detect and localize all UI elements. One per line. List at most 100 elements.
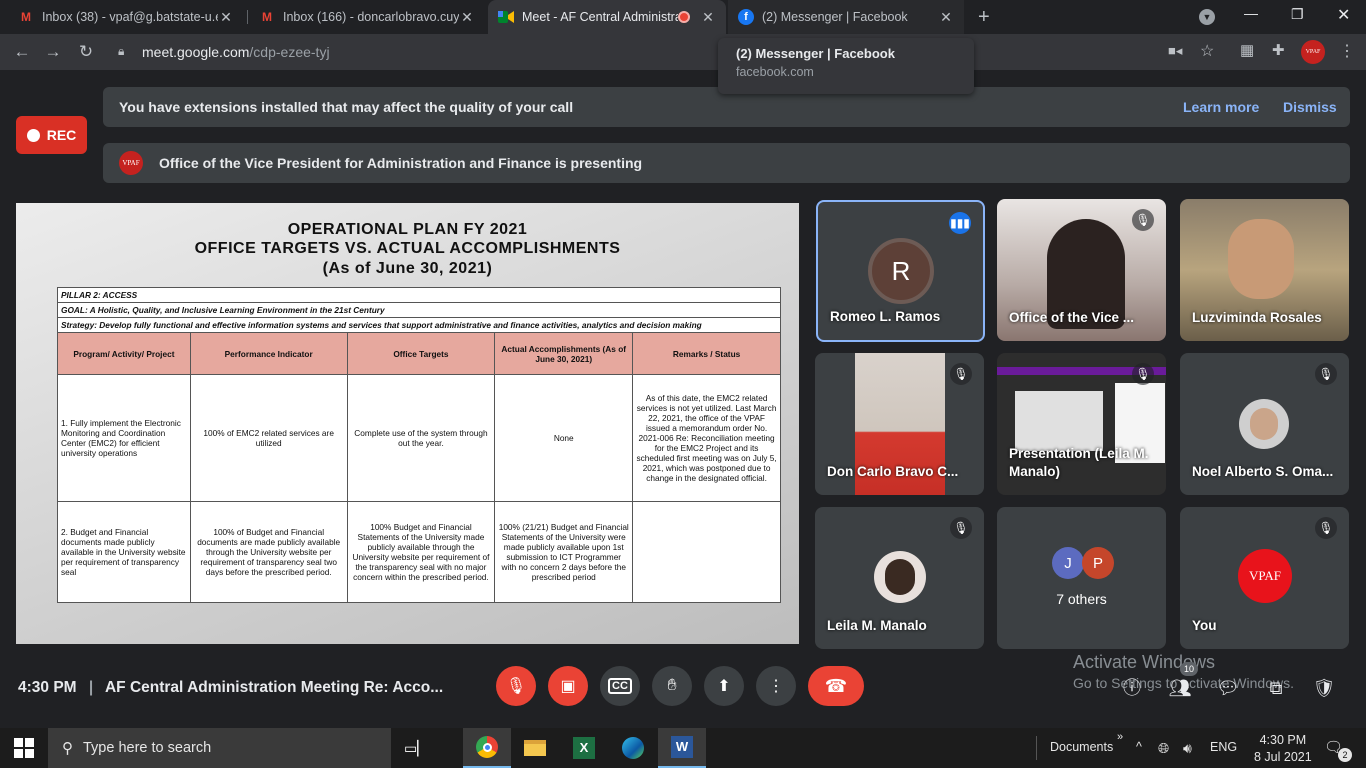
participant-name: You (1192, 618, 1217, 633)
table-cell: 100% of Budget and Financial documents a… (189, 501, 348, 603)
file-explorer-button[interactable] (511, 728, 559, 768)
tab-title: Inbox (166) - doncarlobravo.cuyag@ (283, 10, 459, 24)
tab-messenger[interactable]: f (2) Messenger | Facebook ✕ (728, 0, 964, 34)
tab-title: Inbox (38) - vpaf@g.batstate-u.edu.ph (42, 10, 218, 24)
tab-inbox-doncarlo[interactable]: M Inbox (166) - doncarlobravo.cuyag@ ✕ (249, 0, 485, 34)
meeting-details-icon[interactable]: ⓘ (1120, 676, 1144, 700)
bookmark-star-icon[interactable]: ☆ (1200, 41, 1214, 61)
avatar: P (1082, 547, 1114, 579)
language-indicator[interactable]: ENG (1210, 740, 1237, 754)
forward-icon[interactable]: → (43, 42, 63, 62)
present-button[interactable]: ⬆︎ (704, 666, 744, 706)
video-feed (1015, 391, 1103, 451)
more-menu-icon[interactable]: ⋮ (1339, 41, 1355, 61)
edge-button[interactable] (609, 728, 657, 768)
url-bar[interactable]: meet.google.com/cdp-ezee-tyj (142, 44, 330, 60)
table-cell: 100% (21/21) Budget and Financial Statem… (494, 501, 634, 603)
excel-button[interactable]: X (560, 728, 608, 768)
tab-title: (2) Messenger | Facebook (762, 10, 908, 24)
host-controls-icon[interactable]: 🛡︎ (1312, 676, 1336, 700)
rec-label: REC (46, 127, 77, 143)
slide-title: OPERATIONAL PLAN FY 2021 (287, 221, 528, 238)
slide-subtitle: OFFICE TARGETS VS. ACTUAL ACCOMPLISHMENT… (194, 240, 621, 257)
facebook-icon: f (738, 9, 754, 25)
captions-icon: CC (608, 678, 632, 694)
clock-date: 8 Jul 2021 (1254, 750, 1312, 764)
apps-grid-icon[interactable]: ▦ (1240, 41, 1254, 59)
windows-start-icon[interactable] (14, 738, 34, 758)
task-view-button[interactable]: ▭▏ (392, 728, 440, 768)
participant-tile-leila[interactable]: 🎙︎ Leila M. Manalo (815, 507, 984, 649)
chevron-up-icon[interactable]: ^ (1136, 740, 1142, 754)
folder-icon (524, 740, 546, 756)
participant-name: Noel Alberto S. Oma... (1192, 464, 1334, 479)
hand-icon: ✋︎ (667, 677, 677, 694)
close-icon[interactable]: ✕ (938, 9, 954, 26)
avatar: J (1052, 547, 1084, 579)
column-header: Actual Accomplishments (As of June 30, 2… (494, 332, 634, 375)
chat-icon[interactable]: 💬︎ (1216, 676, 1240, 700)
camera-toggle-button[interactable]: ▣ (548, 666, 588, 706)
close-icon[interactable]: ✕ (459, 9, 475, 26)
hang-up-icon: ☎︎ (824, 675, 848, 696)
people-icon[interactable]: 👥︎ (1168, 676, 1192, 700)
taskbar-search[interactable]: ⚲ Type here to search (48, 728, 391, 768)
clock[interactable]: 4:30 PM 8 Jul 2021 (1254, 732, 1312, 766)
window-close-icon[interactable]: ✕ (1337, 5, 1350, 25)
restore-icon[interactable]: ❐ (1291, 6, 1304, 23)
more-options-button[interactable]: ⋮ (756, 666, 796, 706)
participant-tile-office-vp[interactable]: 🎙︎ Office of the Vice ... (997, 199, 1166, 341)
participant-tile-others[interactable]: J P 7 others (997, 507, 1166, 649)
participant-tile-romeo[interactable]: R ▮▮▮ Romeo L. Ramos (816, 200, 985, 342)
back-icon[interactable]: ← (12, 42, 32, 62)
new-tab-icon[interactable]: + (978, 6, 990, 29)
learn-more-link[interactable]: Learn more (1183, 99, 1259, 115)
dismiss-button[interactable]: Dismiss (1283, 99, 1337, 115)
volume-icon[interactable]: 🔊︎ (1183, 740, 1192, 757)
close-icon[interactable]: ✕ (218, 9, 234, 26)
leave-call-button[interactable]: ☎︎ (808, 666, 864, 706)
mic-toggle-button[interactable]: 🎙︎ (496, 666, 536, 706)
notification-count-badge: 2 (1338, 748, 1352, 762)
profile-avatar[interactable]: VPAF (1301, 40, 1325, 64)
recording-indicator-icon (678, 11, 690, 23)
tab-search-icon[interactable]: ▼ (1199, 9, 1215, 25)
tab-inbox-vpaf[interactable]: M Inbox (38) - vpaf@g.batstate-u.edu.ph … (8, 0, 244, 34)
table-cell: As of this date, the EMC2 related servic… (632, 374, 781, 502)
participant-name: Don Carlo Bravo C... (827, 464, 959, 479)
table-row: 2. Budget and Financial documents made p… (57, 501, 781, 603)
participant-tile-doncarlo[interactable]: 🎙︎ Don Carlo Bravo C... (815, 353, 984, 495)
table-cell: 2. Budget and Financial documents made p… (57, 501, 191, 603)
word-button[interactable]: W (658, 728, 706, 768)
column-header: Remarks / Status (632, 332, 781, 375)
camera-icon[interactable]: ■◂ (1168, 43, 1182, 59)
reload-icon[interactable]: ↻ (76, 42, 96, 62)
column-header: Program/ Activity/ Project (57, 332, 191, 375)
chevron-right-icon[interactable]: » (1117, 731, 1123, 743)
close-icon[interactable]: ✕ (700, 9, 716, 26)
participant-tile-luzviminda[interactable]: Luzviminda Rosales (1180, 199, 1349, 341)
documents-toolbar[interactable]: Documents (1050, 740, 1113, 754)
divider: | (88, 679, 94, 696)
raise-hand-button[interactable]: ✋︎ (652, 666, 692, 706)
captions-button[interactable]: CC (600, 666, 640, 706)
presenting-banner: VPAF Office of the Vice President for Ad… (103, 143, 1350, 183)
participant-tile-you[interactable]: VPAF 🎙︎ You (1180, 507, 1349, 649)
extensions-icon[interactable]: ✚ (1272, 41, 1285, 59)
record-dot-icon (26, 128, 40, 142)
activities-icon[interactable]: ⧉ (1264, 676, 1288, 700)
meeting-info: 4:30 PM | AF Central Administration Meet… (18, 679, 443, 697)
participant-tile-presentation[interactable]: 🎙︎ Presentation (Leila M. Manalo) (997, 353, 1166, 495)
participant-tile-noel[interactable]: 🎙︎ Noel Alberto S. Oma... (1180, 353, 1349, 495)
tab-meet[interactable]: Meet - AF Central Administration ✕ (488, 0, 726, 34)
network-icon[interactable]: 🌐︎ (1158, 740, 1169, 757)
more-vert-icon: ⋮ (768, 678, 784, 695)
mic-off-icon: 🎙︎ (505, 678, 527, 695)
chrome-taskbar-button[interactable] (463, 728, 511, 768)
pillar-row: PILLAR 2: ACCESS (57, 287, 781, 303)
presenting-message: Office of the Vice President for Adminis… (159, 155, 643, 171)
minimize-icon[interactable]: — (1244, 5, 1258, 21)
table-row: 1. Fully implement the Electronic Monito… (57, 374, 781, 502)
mic-off-icon: 🎙︎ (1315, 517, 1337, 539)
avatar (874, 551, 926, 603)
